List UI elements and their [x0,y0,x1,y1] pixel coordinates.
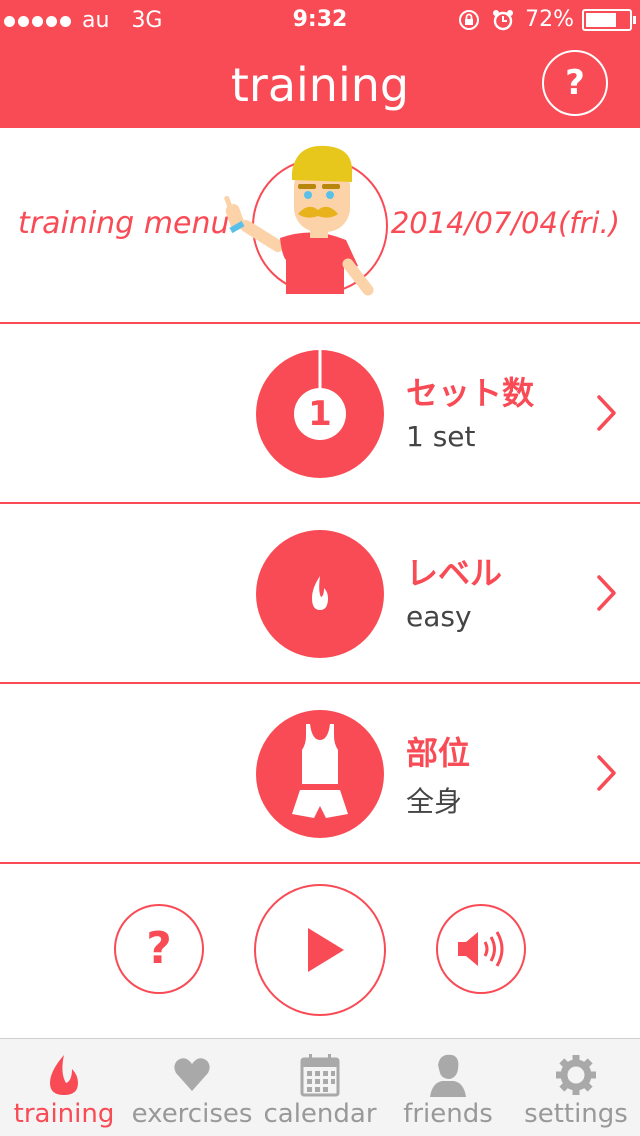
set-count-label: セット数 [406,374,535,412]
alarm-icon [493,9,514,30]
chevron-right-icon [597,395,616,431]
body-clothes-icon [292,724,348,818]
nav-bar: training ? [0,40,640,128]
tab-calendar-label: calendar [263,1099,377,1129]
heart-icon [174,1058,210,1091]
gear-icon [556,1055,596,1095]
tab-training-label: training [13,1099,115,1129]
level-value: easy [406,600,472,633]
tab-friends-label: friends [403,1099,493,1129]
level-label: レベル [406,554,503,592]
calendar-icon [300,1054,340,1097]
tab-settings[interactable]: settings [512,1039,640,1136]
play-button[interactable] [254,884,386,1016]
tab-exercises[interactable]: exercises [128,1039,256,1136]
rotation-lock-icon [459,9,480,30]
set-count-badge: 1 [308,394,332,434]
help-control-button[interactable]: ? [114,904,204,994]
status-bar: au 3G 9:32 72% [0,0,640,40]
speaker-icon [458,931,504,967]
option-row-level[interactable]: レベル easy [0,504,640,684]
battery-percent: 72% [525,7,574,32]
tab-calendar[interactable]: calendar [256,1039,384,1136]
tab-settings-label: settings [524,1099,628,1129]
trainer-illustration-icon [224,145,374,296]
option-row-set-count[interactable]: 1 セット数 1 set [0,324,640,504]
tab-bar: training exercises calendar friends sett… [0,1038,640,1136]
chevron-right-icon [597,755,616,791]
tab-friends[interactable]: friends [384,1039,512,1136]
body-part-value: 全身 [406,785,463,818]
body-part-label: 部位 [406,734,471,772]
option-row-body-part[interactable]: 部位 全身 [0,684,640,864]
training-menu-label: training menu [18,206,230,241]
sound-button[interactable] [436,904,526,994]
set-count-value: 1 set [406,420,476,453]
tab-exercises-label: exercises [131,1099,253,1129]
battery-icon [582,8,636,31]
flame-icon [50,1055,78,1095]
status-right: 72% [457,7,636,32]
training-header: training menu 2014/07/04(fri.) [0,128,640,324]
help-button[interactable]: ? [542,50,608,116]
chevron-right-icon [597,575,616,611]
help-control-label: ? [146,923,172,974]
play-icon [308,928,344,972]
battery-level [586,12,616,27]
flame-icon [312,576,328,610]
person-icon [430,1054,466,1097]
training-date: 2014/07/04(fri.) [390,206,620,240]
tab-training[interactable]: training [0,1039,128,1136]
